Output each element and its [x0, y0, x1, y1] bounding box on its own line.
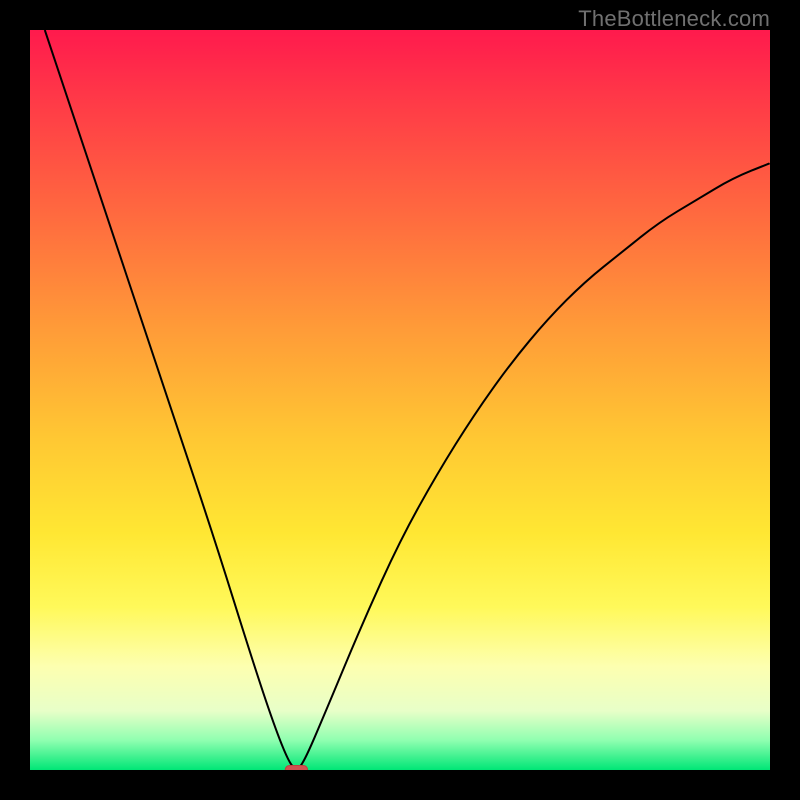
chart-frame: TheBottleneck.com	[0, 0, 800, 800]
bottleneck-curve	[45, 30, 770, 768]
watermark-text: TheBottleneck.com	[578, 6, 770, 32]
curve-layer	[30, 30, 770, 770]
optimum-marker	[285, 766, 307, 770]
plot-area	[30, 30, 770, 770]
